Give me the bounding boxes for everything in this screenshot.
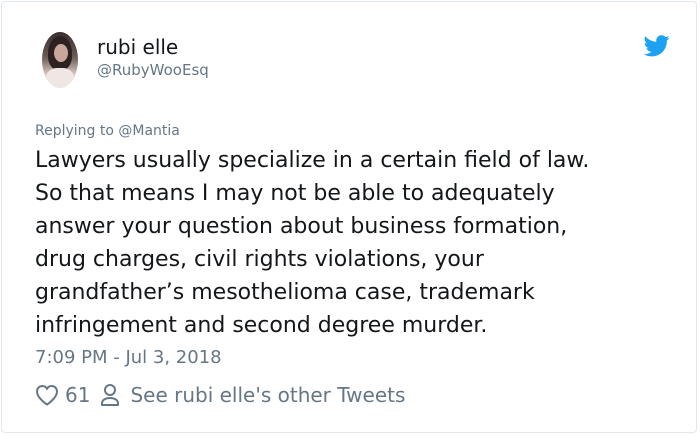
twitter-bird-icon[interactable]: [644, 35, 670, 57]
other-tweets-link[interactable]: See rubi elle's other Tweets: [130, 383, 405, 407]
tweet-card: rubi elle @RubyWooEsq Replying to @Manti…: [1, 1, 697, 433]
author-display-name[interactable]: rubi elle: [97, 35, 178, 59]
tweet-text: Lawyers usually specialize in a certain …: [35, 148, 590, 338]
person-icon[interactable]: [100, 383, 120, 407]
heart-icon[interactable]: [35, 384, 59, 406]
author-handle[interactable]: @RubyWooEsq: [97, 61, 209, 79]
avatar-body: [46, 68, 74, 88]
tweet-timestamp[interactable]: 7:09 PM - Jul 3, 2018: [35, 347, 222, 369]
tweet-actions: 61 See rubi elle's other Tweets: [35, 381, 405, 409]
replying-to[interactable]: Replying to @Mantia: [35, 123, 180, 140]
avatar-face: [54, 44, 68, 62]
avatar[interactable]: [42, 32, 78, 88]
like-count[interactable]: 61: [65, 383, 90, 407]
